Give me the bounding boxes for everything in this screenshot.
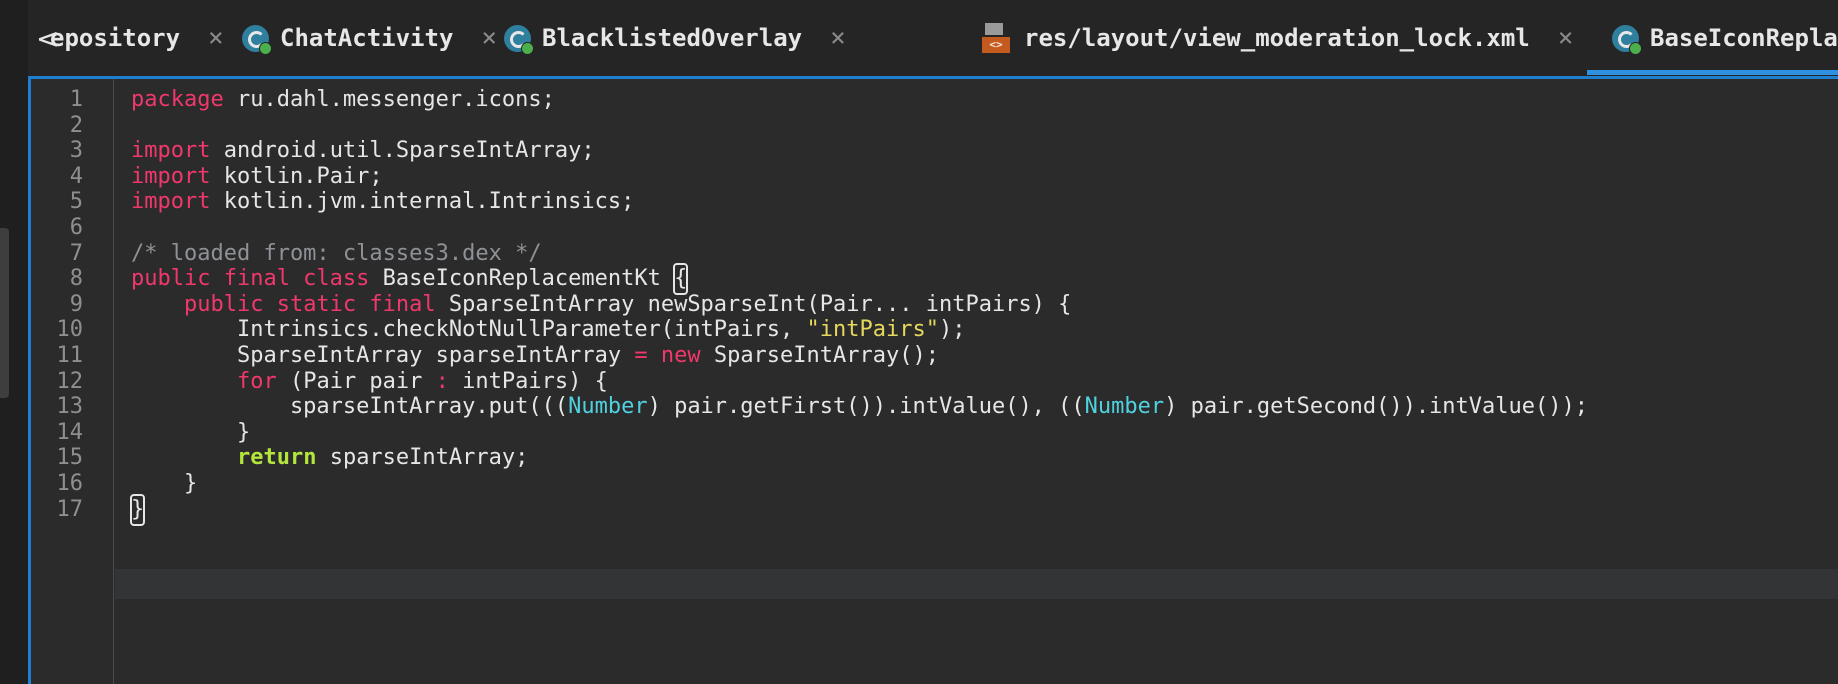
code-token: return xyxy=(236,445,317,471)
tab-label: BaseIconReplac xyxy=(1650,24,1838,52)
code-token: sparseIntArray.put((( xyxy=(131,394,569,420)
code-token: SparseIntArray sparseIntArray xyxy=(131,343,635,368)
tab-label: epository xyxy=(50,24,181,52)
code-token: intPairs) { xyxy=(448,368,608,394)
code-token: ru.dahl.messenger.icons; xyxy=(223,87,555,112)
tab-close-icon[interactable]: × xyxy=(830,23,846,53)
code-token: import xyxy=(131,189,211,215)
code-token: } xyxy=(131,471,198,496)
code-line[interactable]: } xyxy=(129,493,146,526)
current-line-highlight xyxy=(115,569,1838,599)
code-token: ); xyxy=(938,317,966,343)
tab-chat-activity[interactable]: ChatActivity × xyxy=(242,0,497,76)
tab-view-moderation-lock-xml[interactable]: <> res/layout/view_moderation_lock.xml × xyxy=(982,0,1573,76)
active-tab-indicator xyxy=(1587,70,1838,75)
code-line[interactable]: package ru.dahl.messenger.icons; xyxy=(131,85,555,115)
xml-file-icon: <> xyxy=(982,23,1010,53)
code-token: package xyxy=(131,87,224,112)
code-token: new xyxy=(660,343,701,368)
tab-blacklisted-overlay[interactable]: BlacklistedOverlay × xyxy=(504,0,846,76)
code-token: import xyxy=(131,138,211,164)
code-token: kotlin.jvm.internal.Intrinsics; xyxy=(210,189,635,215)
code-token: import xyxy=(131,163,211,189)
code-token: "intPairs" xyxy=(806,317,939,343)
code-token: SparseIntArray newSparseInt(Pair... intP… xyxy=(435,291,1072,317)
tab-close-icon[interactable]: × xyxy=(481,23,497,53)
code-token: SparseIntArray(); xyxy=(700,343,939,368)
matched-brace: } xyxy=(129,493,146,526)
code-token: for xyxy=(236,368,277,394)
code-token: = xyxy=(634,343,648,368)
code-token: Number xyxy=(568,394,648,420)
code-token: android.util.SparseIntArray; xyxy=(210,138,595,164)
code-token: BaseIconReplacementKt xyxy=(369,266,675,292)
line-number: 17 xyxy=(56,496,84,522)
java-class-icon xyxy=(1612,24,1642,55)
tab-repository[interactable]: epository × xyxy=(50,0,224,76)
code-editor[interactable]: 1 2 3 4 5 6 7 8 9 10 11 12 13 14 15 16 17 package ru.dah… xyxy=(28,76,1838,684)
code-token: } xyxy=(131,419,251,445)
ide-window: < epository × ChatActivity × Blacklisted… xyxy=(0,0,1838,684)
tab-close-icon[interactable]: × xyxy=(1558,23,1574,53)
code-line[interactable]: sparseIntArray.put(((Number) pair.getFir… xyxy=(131,392,1588,422)
code-token: kotlin.Pair; xyxy=(210,163,383,189)
tab-label: ChatActivity xyxy=(280,24,454,52)
java-class-icon xyxy=(242,24,272,55)
tab-close-icon[interactable]: × xyxy=(208,23,224,53)
tab-label: BlacklistedOverlay xyxy=(542,24,803,52)
java-class-icon xyxy=(504,24,534,55)
tab-base-icon-replacement[interactable]: BaseIconReplac xyxy=(1612,0,1838,76)
code-line[interactable]: import kotlin.jvm.internal.Intrinsics; xyxy=(131,187,634,217)
code-token: sparseIntArray; xyxy=(316,445,529,471)
code-token: ) pair.getFirst()).intValue(), (( xyxy=(647,394,1085,420)
code-token: Intrinsics.checkNotNullParameter(intPair… xyxy=(131,317,807,343)
left-scroll-thumb[interactable] xyxy=(0,228,9,398)
code-token: public final class xyxy=(131,266,370,292)
code-token: : xyxy=(435,368,449,394)
tab-label: res/layout/view_moderation_lock.xml xyxy=(1024,24,1530,52)
editor-tab-bar: < epository × ChatActivity × Blacklisted… xyxy=(28,0,1838,76)
code-token: ) pair.getSecond()).intValue()); xyxy=(1164,394,1588,420)
code-token: Number xyxy=(1084,394,1165,420)
code-token: /* loaded from: classes3.dex */ xyxy=(131,240,542,266)
code-token: public static final xyxy=(183,291,436,317)
code-token: (Pair pair xyxy=(276,368,436,394)
line-number-gutter: 1 2 3 4 5 6 7 8 9 10 11 12 13 14 15 16 17 xyxy=(31,79,114,684)
